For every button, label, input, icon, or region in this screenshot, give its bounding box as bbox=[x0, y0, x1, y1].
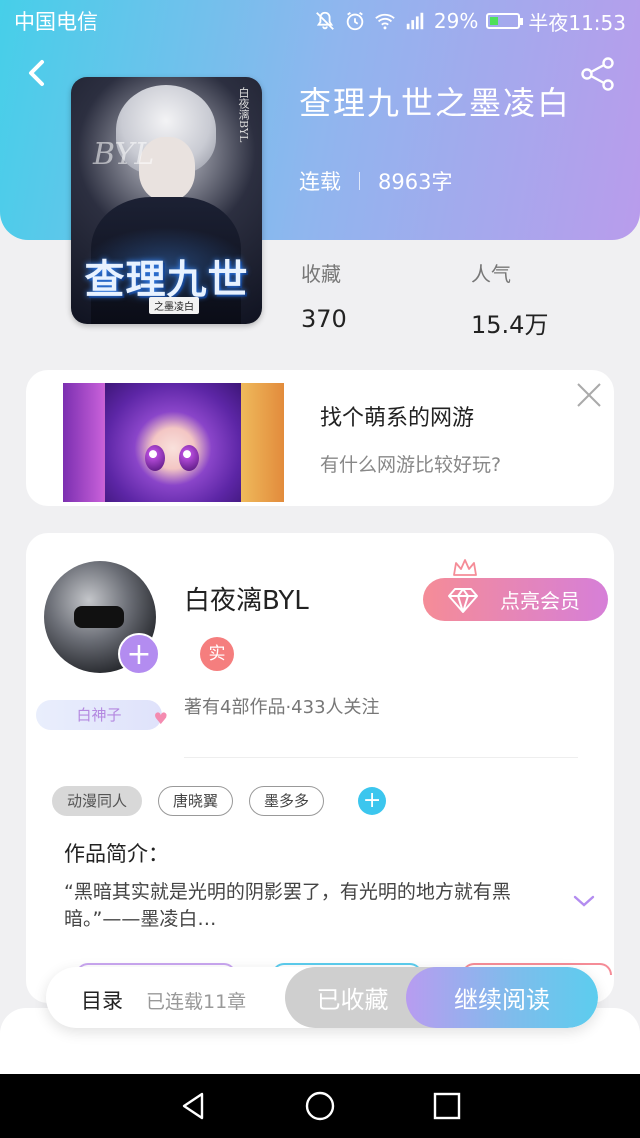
ad-image[interactable] bbox=[63, 383, 284, 502]
carrier-label: 中国电信 bbox=[14, 10, 98, 34]
diamond-icon bbox=[448, 588, 478, 613]
nav-home-icon[interactable] bbox=[303, 1089, 337, 1123]
author-title-badge: 白神子 bbox=[36, 700, 168, 734]
status-icons: 29% 半夜11:53 bbox=[314, 7, 626, 36]
stat-value: 15.4万 bbox=[471, 311, 549, 339]
author-name[interactable]: 白夜漓BYL bbox=[184, 580, 309, 617]
ad-character-eye bbox=[179, 445, 199, 471]
book-meta: 连载 8963字 bbox=[299, 166, 452, 196]
status-bar: 中国电信 29% 半夜11:53 bbox=[0, 0, 640, 42]
stat-label: 收藏 bbox=[301, 262, 341, 286]
nav-back-icon[interactable] bbox=[176, 1089, 210, 1123]
battery-icon bbox=[486, 13, 524, 29]
cover-subtitle: 之墨凌白 bbox=[149, 297, 199, 314]
book-title: 查理九世之墨凌白 bbox=[299, 84, 572, 122]
tag-item[interactable]: 墨多多 bbox=[249, 786, 325, 816]
stat-value: 370 bbox=[301, 305, 347, 333]
toc-button[interactable]: 目录 bbox=[81, 985, 123, 1015]
author-card: + 白神子 白夜漓BYL 点亮会员 实 著有4部作品·433人关注 动漫同人 唐… bbox=[26, 533, 614, 1003]
continue-reading-button[interactable]: 继续阅读 bbox=[406, 967, 598, 1028]
crown-icon bbox=[453, 559, 477, 576]
stat-popularity: 人气 15.4万 bbox=[471, 258, 548, 340]
stat-label: 人气 bbox=[471, 262, 511, 286]
battery-percent: 29% bbox=[433, 9, 479, 33]
system-nav-bar bbox=[0, 1074, 640, 1138]
intro-text: “黑暗其实就是光明的阴影罢了，有光明的地方就有黑暗。”——墨凌白… bbox=[64, 881, 511, 930]
vip-button-label: 点亮会员 bbox=[500, 589, 580, 613]
signal-icon bbox=[406, 12, 424, 30]
vip-button[interactable]: 点亮会员 bbox=[423, 578, 608, 621]
ad-character bbox=[105, 383, 241, 502]
verified-badge: 实 bbox=[200, 637, 234, 671]
close-icon[interactable] bbox=[574, 380, 604, 410]
ad-card[interactable]: 找个萌系的网游 有什么网游比较好玩? bbox=[26, 370, 614, 506]
mute-icon bbox=[316, 11, 334, 30]
add-tag-button[interactable]: + bbox=[358, 787, 387, 815]
ad-character-eye bbox=[145, 445, 165, 471]
author-stats: 著有4部作品·433人关注 bbox=[184, 697, 380, 718]
meta-divider bbox=[359, 172, 360, 190]
nav-recents-icon[interactable] bbox=[430, 1089, 464, 1123]
alarm-icon bbox=[346, 11, 364, 31]
serial-status: 连载 bbox=[299, 170, 341, 194]
book-cover[interactable]: BYL 白夜漓BYL 查理九世 之墨凌白 bbox=[71, 77, 262, 324]
chevron-down-icon[interactable] bbox=[572, 893, 596, 909]
divider bbox=[184, 757, 578, 758]
avatar-mask-detail bbox=[74, 606, 124, 628]
cover-side-text: 白夜漓BYL bbox=[237, 87, 250, 143]
tag-item[interactable]: 动漫同人 bbox=[52, 786, 143, 816]
stat-favorites: 收藏 370 bbox=[301, 258, 347, 333]
tag-list: 动漫同人 唐晓翼 墨多多 + bbox=[52, 786, 387, 816]
clock: 半夜11:53 bbox=[528, 10, 626, 35]
ad-title[interactable]: 找个萌系的网游 bbox=[320, 400, 474, 432]
word-count: 8963字 bbox=[378, 170, 453, 194]
tag-item[interactable]: 唐晓翼 bbox=[158, 786, 234, 816]
cover-watermark: BYL bbox=[93, 137, 155, 172]
battery-fill bbox=[490, 17, 498, 25]
intro-label: 作品简介： bbox=[64, 842, 169, 866]
reading-bar: 目录 已连载11章 已收藏 继续阅读 bbox=[46, 967, 598, 1028]
chapter-count: 已连载11章 bbox=[146, 991, 247, 1013]
ad-subtitle: 有什么网游比较好玩? bbox=[320, 454, 502, 476]
back-icon[interactable] bbox=[20, 56, 52, 90]
share-icon[interactable] bbox=[578, 56, 618, 92]
follow-button[interactable]: + bbox=[118, 633, 160, 675]
wifi-icon bbox=[375, 13, 395, 30]
